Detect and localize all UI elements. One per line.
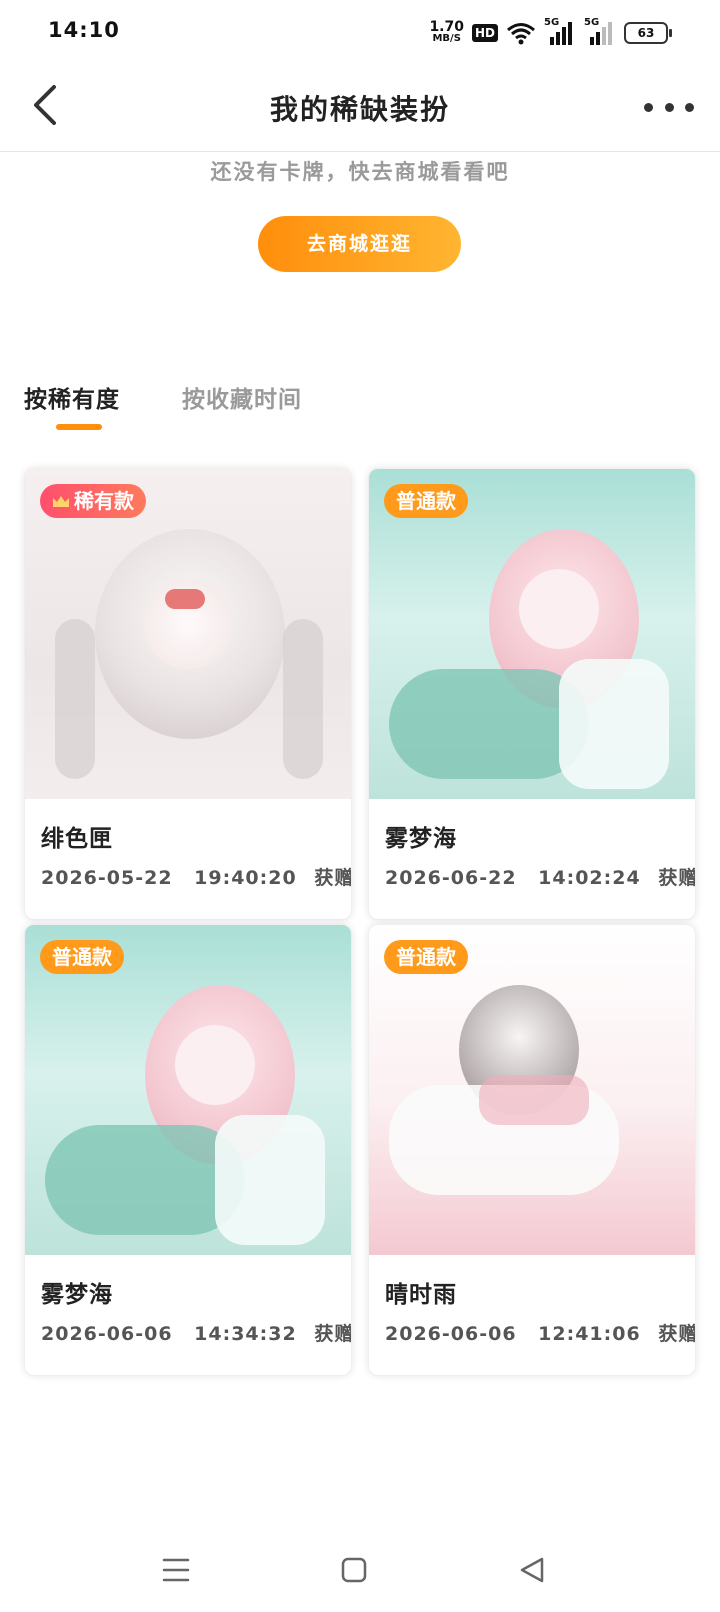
signal-icon-1: 5G — [544, 17, 576, 45]
card-item[interactable]: 稀有款 绯色匣 2026-05-22 19:40:20 获赠 — [24, 468, 352, 920]
card-item[interactable]: 普通款 雾梦海 2026-06-22 14:02:24 获赠 — [368, 468, 696, 920]
status-icons: 1.70 MB/S HD 5G 5G 63 — [429, 16, 672, 50]
card-time: 12:41:06 — [538, 1323, 641, 1345]
card-date: 2026-06-06 — [385, 1323, 517, 1345]
card-artwork — [369, 925, 695, 1255]
menu-icon — [162, 1558, 190, 1582]
back-triangle-icon — [520, 1557, 544, 1583]
rarity-badge: 普通款 — [384, 484, 468, 518]
menu-button[interactable] — [146, 1540, 206, 1600]
card-name: 晴时雨 — [385, 1282, 457, 1308]
system-nav-bar — [0, 1540, 720, 1600]
badge-label: 稀有款 — [74, 489, 134, 513]
go-shop-button[interactable]: 去商城逛逛 — [258, 216, 461, 272]
status-bar: 14:10 1.70 MB/S HD 5G 5G 63 — [0, 0, 720, 66]
card-name: 雾梦海 — [385, 826, 457, 852]
hd-icon: HD — [471, 24, 498, 42]
badge-label: 普通款 — [396, 945, 456, 969]
signal-2-label: 5G — [584, 17, 600, 28]
battery-icon: 63 — [624, 22, 672, 44]
card-name: 雾梦海 — [41, 1282, 113, 1308]
back-nav-button[interactable] — [502, 1540, 562, 1600]
page-title: 我的稀缺装扮 — [269, 93, 450, 126]
card-artwork — [369, 469, 695, 799]
tab-by-rarity[interactable]: 按稀有度 — [24, 380, 120, 414]
signal-1-label: 5G — [544, 17, 560, 28]
empty-hint: 还没有卡牌，快去商城看看吧 — [210, 160, 510, 184]
card-date: 2026-06-06 — [41, 1323, 173, 1345]
tab-indicator — [56, 424, 102, 430]
card-source: 获赠 — [314, 867, 352, 889]
card-date: 2026-05-22 — [41, 867, 173, 889]
rarity-badge: 普通款 — [384, 940, 468, 974]
card-time: 19:40:20 — [194, 867, 297, 889]
signal-icon-2: 5G — [584, 17, 616, 45]
card-time: 14:34:32 — [194, 1323, 297, 1345]
wifi-icon — [507, 23, 535, 45]
status-time: 14:10 — [48, 18, 120, 42]
badge-label: 普通款 — [52, 945, 112, 969]
card-source: 获赠 — [658, 867, 696, 889]
tab-by-collect-time[interactable]: 按收藏时间 — [182, 380, 302, 414]
more-button[interactable] — [644, 92, 694, 122]
header: 我的稀缺装扮 — [0, 66, 720, 152]
network-speed: 1.70 MB/S — [429, 19, 464, 45]
card-item[interactable]: 普通款 雾梦海 2026-06-06 14:34:32 获赠 — [24, 924, 352, 1376]
rarity-badge: 普通款 — [40, 940, 124, 974]
rarity-badge: 稀有款 — [40, 484, 146, 518]
home-square-icon — [341, 1557, 367, 1583]
card-meta: 2026-06-06 12:41:06 获赠 — [385, 1319, 696, 1346]
badge-label: 普通款 — [396, 489, 456, 513]
card-source: 获赠 — [314, 1323, 352, 1345]
home-button[interactable] — [324, 1540, 384, 1600]
card-artwork — [25, 469, 351, 799]
crown-icon — [53, 496, 69, 507]
card-source: 获赠 — [658, 1323, 696, 1345]
card-meta: 2026-05-22 19:40:20 获赠 — [41, 863, 352, 890]
card-date: 2026-06-22 — [385, 867, 517, 889]
card-item[interactable]: 普通款 晴时雨 2026-06-06 12:41:06 获赠 — [368, 924, 696, 1376]
more-dots-icon — [644, 102, 653, 112]
card-time: 14:02:24 — [538, 867, 641, 889]
card-name: 绯色匣 — [41, 826, 113, 852]
network-speed-unit: MB/S — [432, 33, 461, 44]
card-artwork — [25, 925, 351, 1255]
card-meta: 2026-06-22 14:02:24 获赠 — [385, 863, 696, 890]
card-meta: 2026-06-06 14:34:32 获赠 — [41, 1319, 352, 1346]
network-speed-value: 1.70 — [429, 19, 464, 35]
